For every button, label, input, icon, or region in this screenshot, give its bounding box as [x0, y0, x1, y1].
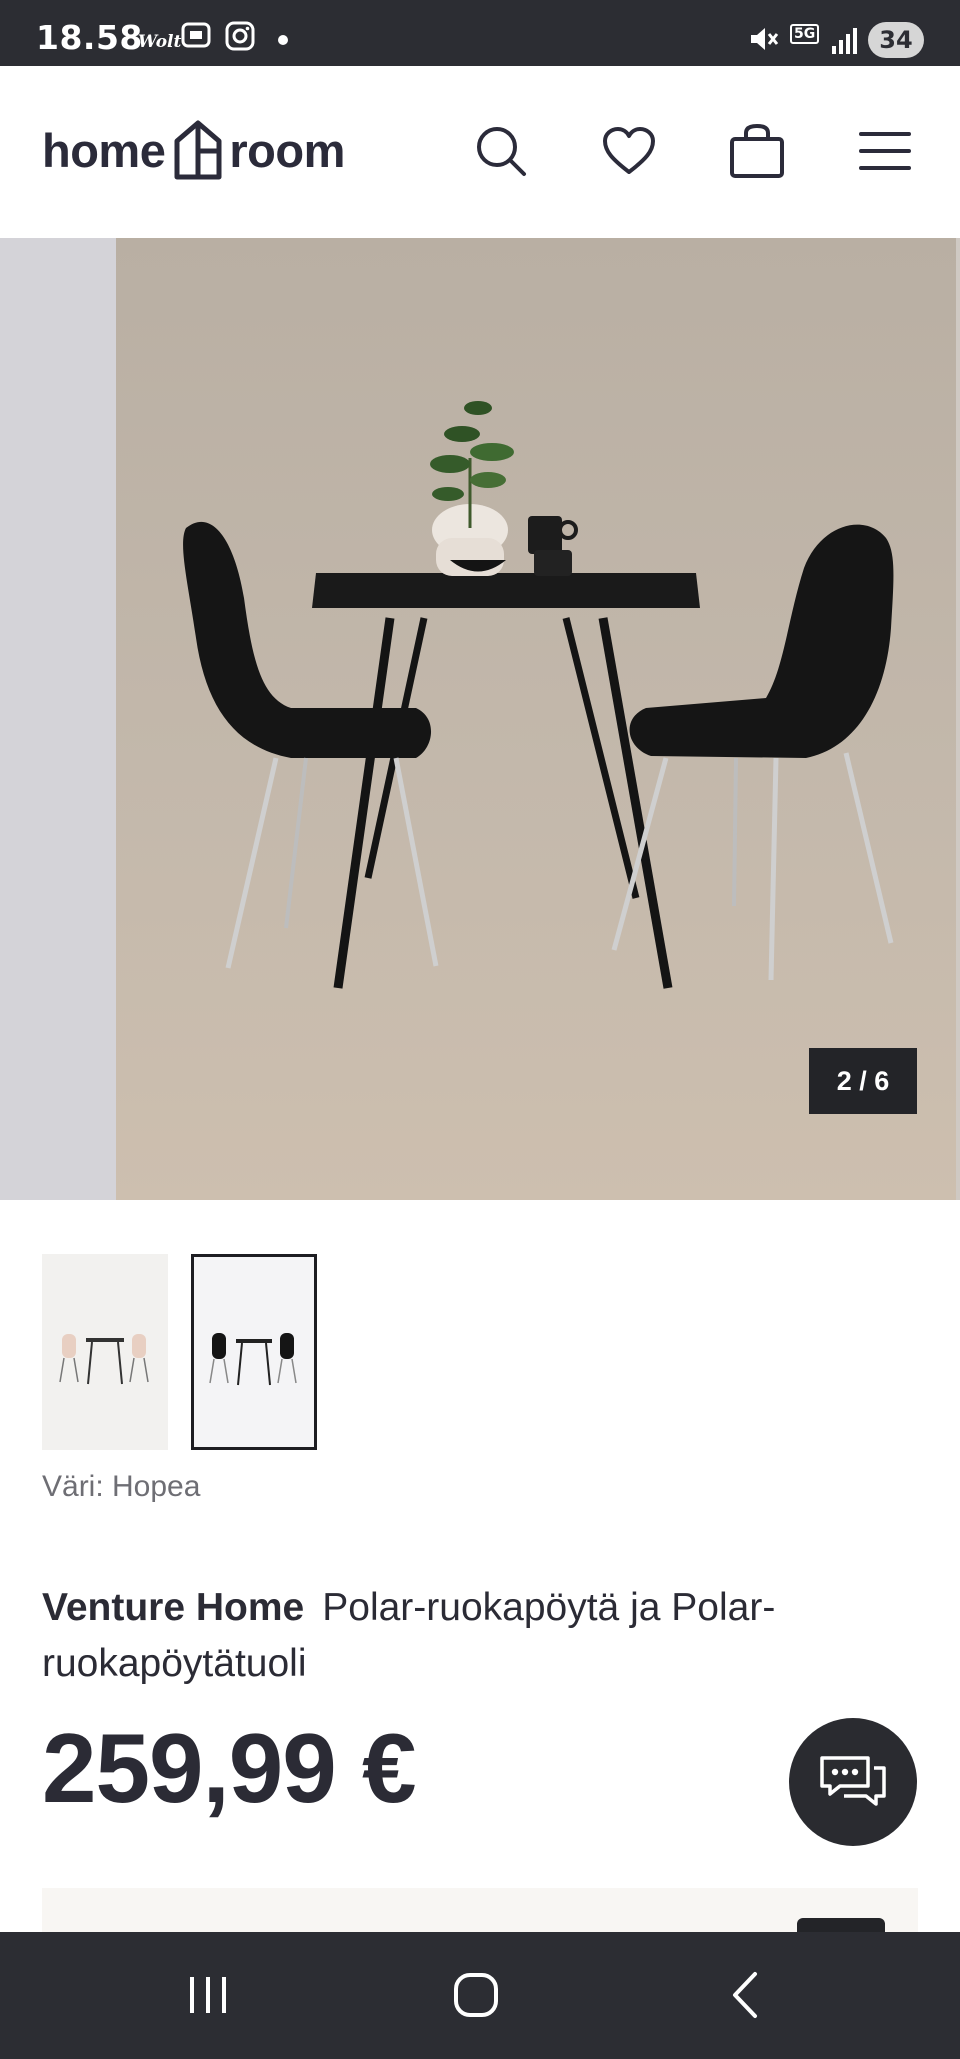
- wishlist-button[interactable]: [600, 122, 658, 180]
- thumbnail-2[interactable]: [191, 1254, 317, 1450]
- next-slide-edge: [956, 238, 960, 1200]
- instagram-icon: [224, 20, 256, 56]
- product-price: 259,99 €: [42, 1713, 416, 1823]
- next-section-badge: [797, 1918, 885, 1932]
- thumbnail-1-image: [59, 1334, 149, 1385]
- logo-text-home: home: [42, 123, 166, 177]
- color-label: Väri: Hopea: [42, 1470, 201, 1503]
- chat-icon: [820, 1756, 886, 1806]
- signal-icon: [830, 26, 858, 60]
- home-room-logo[interactable]: home room: [42, 120, 345, 180]
- status-time: 18.58: [36, 18, 143, 57]
- house-logo-icon: [174, 120, 222, 180]
- back-button[interactable]: [700, 1960, 790, 2030]
- thumbnail-1[interactable]: [42, 1254, 168, 1450]
- search-button[interactable]: [472, 122, 530, 180]
- search-icon: [477, 127, 526, 176]
- network-type-icon: 5G: [790, 24, 820, 44]
- product-gallery[interactable]: 2 / 6: [0, 238, 960, 1200]
- product-title: Venture Home Polar-ruokapöytä ja Polar-ru…: [42, 1580, 892, 1692]
- wolt-icon: Wolt: [138, 32, 182, 52]
- home-icon: [454, 1973, 498, 2017]
- logo-text-room: room: [229, 123, 345, 177]
- bag-icon: [730, 123, 784, 178]
- recent-apps-icon: [190, 1977, 226, 2013]
- next-section-card: [42, 1888, 918, 1932]
- heart-icon: [603, 127, 655, 174]
- system-navigation-bar: [0, 1932, 960, 2059]
- chat-button[interactable]: [789, 1718, 917, 1846]
- mute-icon: [748, 24, 780, 58]
- recent-apps-button[interactable]: [163, 1960, 253, 2030]
- notification-dot-icon: [278, 35, 288, 45]
- site-header: home room: [0, 66, 960, 239]
- back-icon: [733, 1972, 757, 2018]
- product-brand[interactable]: Venture Home: [42, 1586, 304, 1629]
- home-button[interactable]: [431, 1960, 521, 2030]
- gallery-notification-icon: [180, 20, 212, 54]
- menu-icon: [859, 132, 911, 170]
- battery-icon: 34: [868, 22, 924, 58]
- status-bar: 18.58 Wolt 5G 34: [0, 0, 960, 66]
- thumbnail-2-image: [209, 1333, 297, 1386]
- menu-button[interactable]: [856, 122, 914, 180]
- cart-button[interactable]: [728, 122, 786, 180]
- image-counter: 2 / 6: [809, 1048, 917, 1114]
- previous-slide[interactable]: [0, 238, 116, 1200]
